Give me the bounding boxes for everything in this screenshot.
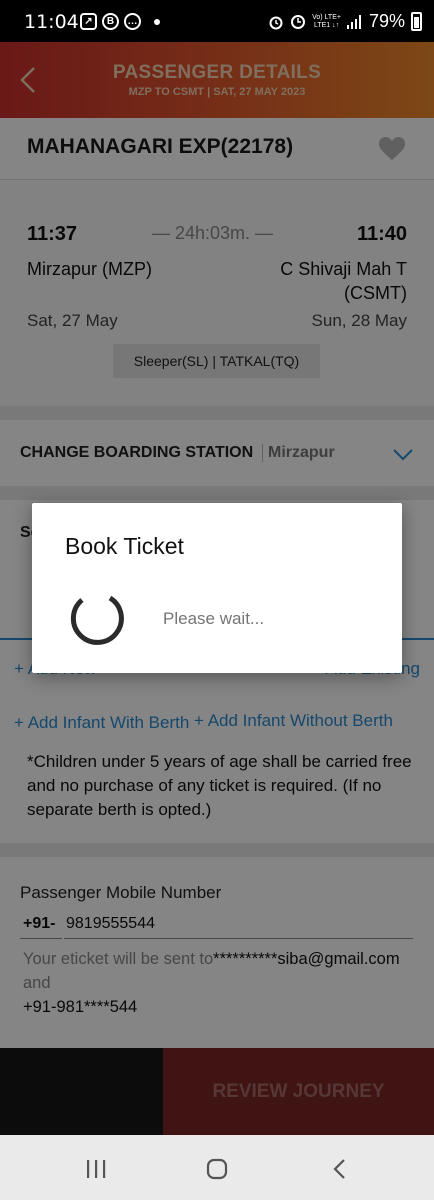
book-ticket-dialog: Book Ticket Please wait... bbox=[32, 503, 402, 673]
dialog-title: Book Ticket bbox=[65, 533, 184, 559]
status-time: 11:04 bbox=[24, 11, 79, 33]
signal-icon bbox=[346, 14, 361, 29]
system-nav-bar bbox=[0, 1135, 434, 1200]
home-icon[interactable] bbox=[206, 1158, 228, 1180]
alarm-icon bbox=[269, 16, 283, 29]
status-bar: 11:04 ↗ B … Vo) LTE+ LTE1 ↓↑ 79% bbox=[0, 0, 434, 42]
clock-icon bbox=[291, 14, 306, 29]
b-app-icon: B bbox=[102, 13, 119, 30]
battery-percent: 79% bbox=[368, 11, 405, 31]
more-notifications-icon bbox=[154, 19, 160, 25]
notification-icons: ↗ B … bbox=[80, 13, 160, 30]
chat-icon: … bbox=[124, 13, 141, 30]
battery-icon bbox=[411, 12, 422, 31]
dialog-message: Please wait... bbox=[163, 609, 265, 628]
loading-spinner-icon bbox=[70, 595, 124, 645]
app-notification-icon: ↗ bbox=[80, 13, 97, 30]
system-icons: Vo) LTE+ LTE1 ↓↑ 79% bbox=[268, 11, 422, 32]
recent-apps-icon[interactable] bbox=[85, 1159, 107, 1179]
network-type: Vo) LTE+ LTE1 ↓↑ bbox=[312, 13, 341, 29]
nav-back-icon[interactable] bbox=[331, 1158, 349, 1180]
